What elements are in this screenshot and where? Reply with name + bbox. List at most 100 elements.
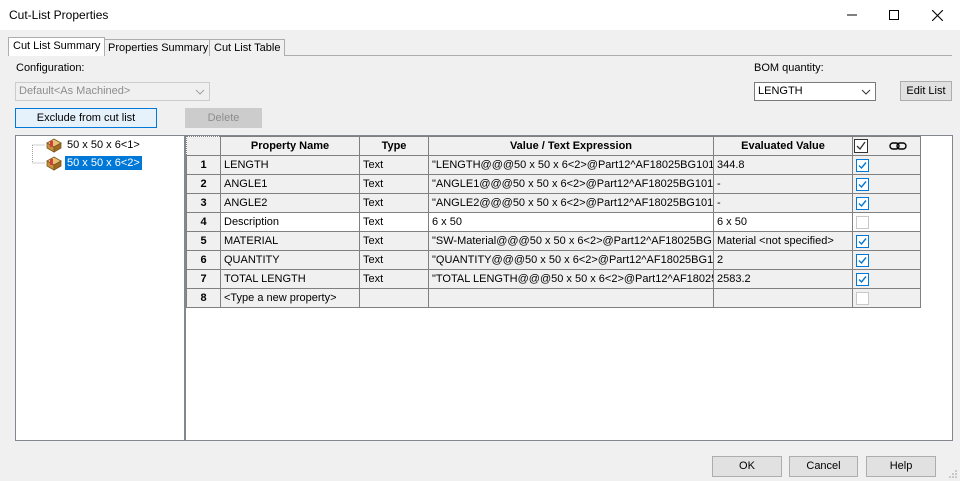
evaluated-value-cell: - xyxy=(713,174,853,194)
row-number-header xyxy=(186,136,221,156)
configuration-value: Default<As Machined> xyxy=(19,85,131,97)
type-header[interactable]: Type xyxy=(359,136,429,156)
cancel-button[interactable]: Cancel xyxy=(789,456,858,477)
maximize-button[interactable] xyxy=(872,0,916,30)
property-name-cell[interactable]: Description xyxy=(220,212,360,232)
checkbox[interactable] xyxy=(856,272,869,286)
evaluated-value-cell: 6 x 50 xyxy=(713,212,853,232)
property-name-cell[interactable]: QUANTITY xyxy=(220,250,360,270)
row-number[interactable]: 5 xyxy=(186,231,221,251)
value-cell[interactable]: "LENGTH@@@50 x 50 x 6<2>@Part12^AF18025B… xyxy=(428,155,714,175)
configuration-label: Configuration: xyxy=(16,62,85,74)
table-row-new-property[interactable]: 8 <Type a new property> xyxy=(186,288,921,308)
evaluated-value-cell xyxy=(713,288,853,308)
tab-cut-list-table[interactable]: Cut List Table xyxy=(209,39,286,56)
row-number[interactable]: 4 xyxy=(186,212,221,232)
value-header[interactable]: Value / Text Expression xyxy=(428,136,714,156)
link-checkbox-cell[interactable] xyxy=(852,250,921,270)
property-name-cell[interactable]: TOTAL LENGTH xyxy=(220,269,360,289)
checkbox[interactable] xyxy=(856,158,869,172)
tree-item-label: 50 x 50 x 6<1> xyxy=(67,139,140,151)
tab-cut-list-summary[interactable]: Cut List Summary xyxy=(8,37,106,56)
type-cell[interactable]: Text xyxy=(359,193,429,213)
link-checkbox-cell[interactable] xyxy=(852,288,921,308)
tab-properties-summary[interactable]: Properties Summary xyxy=(103,39,214,56)
properties-grid: Property Name Type Value / Text Expressi… xyxy=(186,136,921,308)
row-number[interactable]: 8 xyxy=(186,288,221,308)
edit-list-button[interactable]: Edit List xyxy=(900,81,952,101)
table-row[interactable]: 6 QUANTITY Text "QUANTITY@@@50 x 50 x 6<… xyxy=(186,250,921,270)
maximize-icon xyxy=(889,10,899,20)
row-number[interactable]: 3 xyxy=(186,193,221,213)
type-cell[interactable]: Text xyxy=(359,231,429,251)
delete-button[interactable]: Delete xyxy=(185,108,262,128)
table-row[interactable]: 1 LENGTH Text "LENGTH@@@50 x 50 x 6<2>@P… xyxy=(186,155,921,175)
evaluated-value-cell: - xyxy=(713,193,853,213)
tree-item-label: 50 x 50 x 6<2> xyxy=(65,156,142,170)
bom-quantity-value: LENGTH xyxy=(758,85,803,97)
bom-quantity-dropdown[interactable]: LENGTH xyxy=(754,82,876,101)
link-checkbox-cell[interactable] xyxy=(852,174,921,194)
type-cell[interactable]: Text xyxy=(359,174,429,194)
type-cell[interactable]: Text xyxy=(359,212,429,232)
property-name-header[interactable]: Property Name xyxy=(220,136,360,156)
new-property-cell[interactable]: <Type a new property> xyxy=(220,288,360,308)
table-row[interactable]: 2 ANGLE1 Text "ANGLE1@@@50 x 50 x 6<2>@P… xyxy=(186,174,921,194)
link-header[interactable] xyxy=(852,136,921,156)
evaluated-value-cell: 2583.2 xyxy=(713,269,853,289)
checkbox[interactable] xyxy=(856,196,869,210)
value-cell[interactable]: 6 x 50 xyxy=(428,212,714,232)
value-cell[interactable] xyxy=(428,288,714,308)
table-row[interactable]: 5 MATERIAL Text "SW-Material@@@50 x 50 x… xyxy=(186,231,921,251)
table-row[interactable]: 4 Description Text 6 x 50 6 x 50 xyxy=(186,212,921,232)
checkbox[interactable] xyxy=(856,291,869,305)
link-checkbox-cell[interactable] xyxy=(852,212,921,232)
help-button[interactable]: Help xyxy=(866,456,936,477)
value-cell[interactable]: "QUANTITY@@@50 x 50 x 6<2>@Part12^AF1802… xyxy=(428,250,714,270)
link-checkbox-cell[interactable] xyxy=(852,269,921,289)
minimize-button[interactable] xyxy=(830,0,874,30)
property-name-cell[interactable]: ANGLE1 xyxy=(220,174,360,194)
property-name-cell[interactable]: MATERIAL xyxy=(220,231,360,251)
value-cell[interactable]: "TOTAL LENGTH@@@50 x 50 x 6<2>@Part12^AF… xyxy=(428,269,714,289)
link-checkbox-cell[interactable] xyxy=(852,193,921,213)
ok-button[interactable]: OK xyxy=(712,456,782,477)
value-cell[interactable]: "ANGLE2@@@50 x 50 x 6<2>@Part12^AF18025B… xyxy=(428,193,714,213)
tree-item-selected[interactable]: 50 x 50 x 6<2> xyxy=(45,155,142,171)
configuration-dropdown[interactable]: Default<As Machined> xyxy=(15,82,210,101)
checkbox[interactable] xyxy=(856,234,869,248)
cut-list-tree[interactable]: 50 x 50 x 6<1> 50 x 50 x 6<2> xyxy=(15,135,185,441)
exclude-from-cut-list-button[interactable]: Exclude from cut list xyxy=(15,108,157,128)
resize-grip-icon[interactable] xyxy=(948,469,958,479)
cut-list-item-icon xyxy=(46,138,62,153)
property-name-cell[interactable]: LENGTH xyxy=(220,155,360,175)
checkbox[interactable] xyxy=(856,215,869,229)
title-bar: Cut-List Properties xyxy=(0,0,960,30)
link-icon xyxy=(889,142,907,150)
link-checkbox-cell[interactable] xyxy=(852,155,921,175)
chevron-down-icon xyxy=(861,89,871,95)
row-number[interactable]: 6 xyxy=(186,250,221,270)
cut-list-item-icon xyxy=(46,156,62,171)
property-name-cell[interactable]: ANGLE2 xyxy=(220,193,360,213)
tree-item[interactable]: 50 x 50 x 6<1> xyxy=(45,137,142,153)
type-cell[interactable]: Text xyxy=(359,250,429,270)
row-number[interactable]: 2 xyxy=(186,174,221,194)
table-row[interactable]: 3 ANGLE2 Text "ANGLE2@@@50 x 50 x 6<2>@P… xyxy=(186,193,921,213)
row-number[interactable]: 1 xyxy=(186,155,221,175)
type-cell[interactable]: Text xyxy=(359,269,429,289)
close-button[interactable] xyxy=(915,0,959,30)
type-cell[interactable]: Text xyxy=(359,155,429,175)
chevron-down-icon xyxy=(195,89,205,95)
evaluated-value-cell: 344.8 xyxy=(713,155,853,175)
type-cell[interactable] xyxy=(359,288,429,308)
value-cell[interactable]: "SW-Material@@@50 x 50 x 6<2>@Part12^AF1… xyxy=(428,231,714,251)
row-number[interactable]: 7 xyxy=(186,269,221,289)
checkbox[interactable] xyxy=(856,253,869,267)
table-row[interactable]: 7 TOTAL LENGTH Text "TOTAL LENGTH@@@50 x… xyxy=(186,269,921,289)
value-cell[interactable]: "ANGLE1@@@50 x 50 x 6<2>@Part12^AF18025B… xyxy=(428,174,714,194)
link-checkbox-cell[interactable] xyxy=(852,231,921,251)
evaluated-value-header[interactable]: Evaluated Value xyxy=(713,136,853,156)
evaluated-value-cell: 2 xyxy=(713,250,853,270)
checkbox[interactable] xyxy=(856,177,869,191)
